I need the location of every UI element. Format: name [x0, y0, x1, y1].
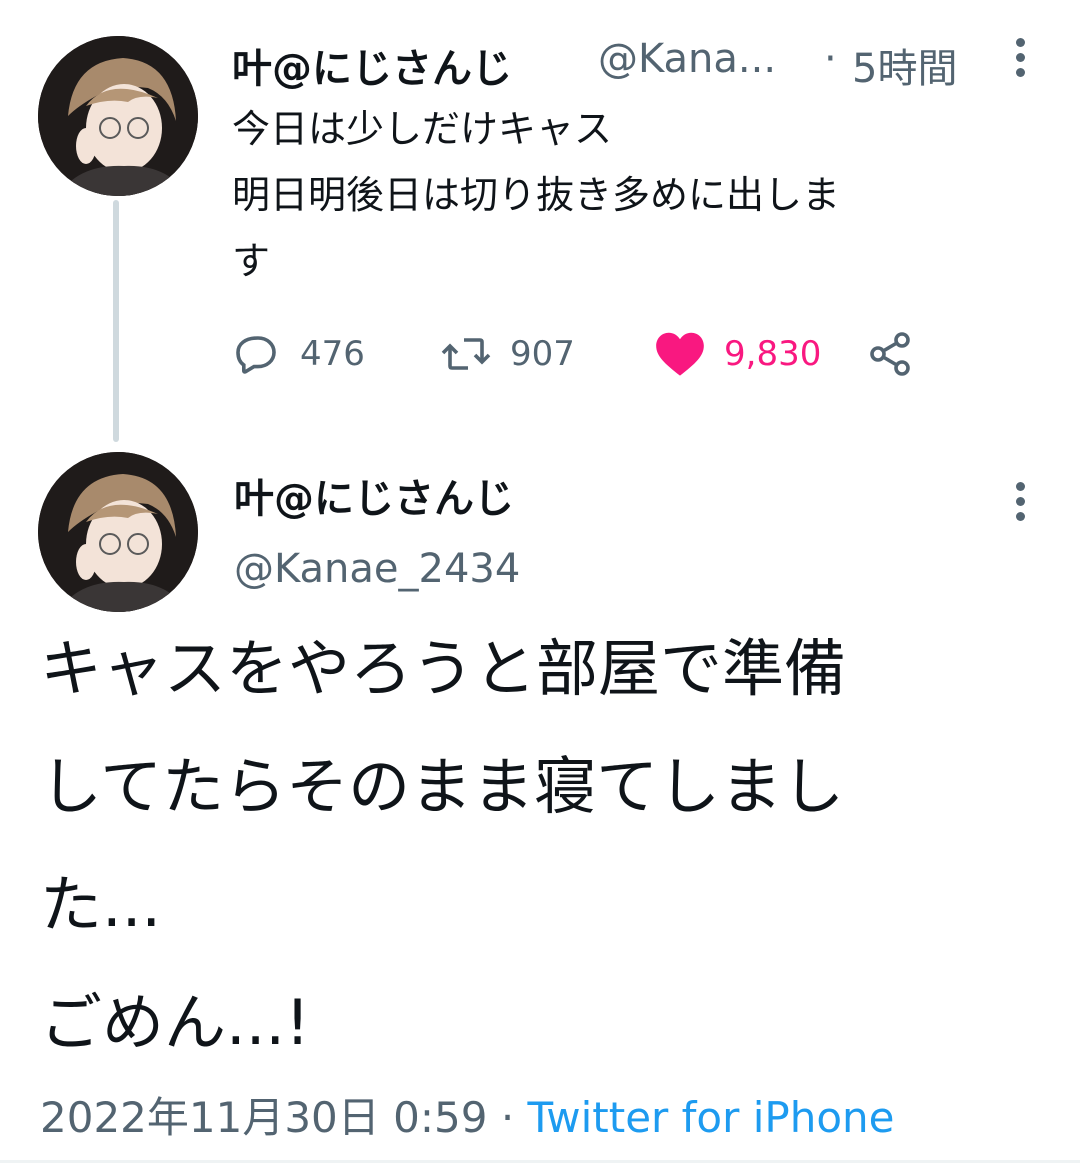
- separator: ·: [500, 1093, 515, 1142]
- share-button[interactable]: [866, 330, 914, 378]
- tweet-text: 今日は少しだけキャス 明日明後日は切り抜き多めに出しま す: [232, 96, 840, 294]
- more-vertical-icon[interactable]: [1014, 38, 1026, 83]
- tweet-text-line: キャスをやろうと部屋で準備: [40, 632, 847, 705]
- more-vertical-icon[interactable]: [1014, 482, 1026, 527]
- display-name[interactable]: 叶@にじさんじ: [234, 466, 514, 524]
- reply-icon: [236, 336, 276, 374]
- retweet-icon: [441, 338, 491, 370]
- display-name[interactable]: 叶@にじさんじ: [232, 36, 512, 94]
- tweet-meta: 2022年11月30日 0:59 · Twitter for iPhone: [40, 1084, 895, 1145]
- avatar[interactable]: [38, 36, 198, 196]
- avatar[interactable]: [38, 452, 198, 612]
- retweet-button[interactable]: 907: [440, 330, 575, 378]
- timestamp[interactable]: 5時間: [852, 36, 957, 94]
- retweet-count: 907: [510, 334, 575, 374]
- heart-icon: [656, 332, 704, 376]
- tweet-timestamp[interactable]: 2022年11月30日 0:59: [40, 1093, 487, 1142]
- tweet-text-line: た...: [40, 868, 162, 941]
- handle[interactable]: @Kanae_2434: [234, 546, 520, 592]
- tweet-text-line: 今日は少しだけキャス: [232, 107, 613, 151]
- like-button[interactable]: 9,830: [654, 330, 821, 378]
- source-link[interactable]: Twitter for iPhone: [528, 1093, 895, 1142]
- like-count: 9,830: [724, 334, 822, 374]
- tweet-text-line: ごめん...!: [40, 986, 310, 1059]
- tweet-text-line: 明日明後日は切り抜き多めに出しま: [232, 173, 841, 217]
- avatar-image: [38, 36, 198, 196]
- separator: ·: [824, 36, 837, 82]
- avatar-image: [38, 452, 198, 612]
- tweet-text-line: す: [232, 239, 271, 283]
- share-icon: [870, 332, 910, 376]
- reply-count: 476: [300, 334, 365, 374]
- reply-button[interactable]: 476: [234, 330, 365, 378]
- tweet-text: キャスをやろうと部屋で準備 してたらそのまま寝てしまし た... ごめん...!: [40, 610, 846, 1082]
- thread-line: [113, 200, 119, 442]
- tweet-text-line: してたらそのまま寝てしまし: [40, 750, 845, 823]
- handle[interactable]: @Kana...: [598, 36, 776, 82]
